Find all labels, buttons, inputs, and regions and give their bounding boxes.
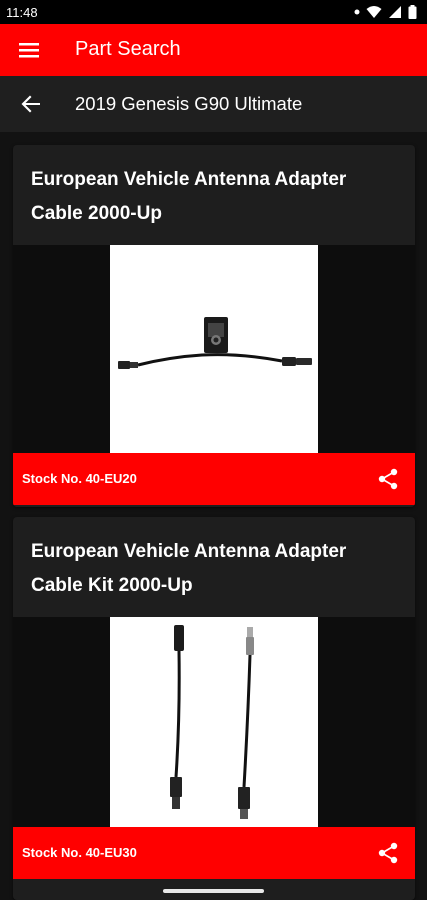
- part-title-line: European Vehicle Antenna Adapter: [31, 541, 347, 562]
- part-image-band: [13, 245, 415, 453]
- part-card[interactable]: European Vehicle Antenna Adapter Cable 2…: [13, 145, 415, 507]
- vehicle-bar: 2019 Genesis G90 Ultimate: [0, 76, 427, 132]
- hamburger-menu-icon[interactable]: [18, 40, 40, 60]
- gesture-bar[interactable]: [163, 889, 264, 893]
- part-image[interactable]: [110, 245, 318, 453]
- antenna-adapter-kit-image: [170, 625, 254, 819]
- part-card[interactable]: European Vehicle Antenna Adapter Cable K…: [13, 517, 415, 900]
- parts-list: European Vehicle Antenna Adapter Cable 2…: [0, 132, 427, 900]
- part-footer: Stock No. 40-EU20: [13, 453, 415, 505]
- status-icons: [354, 5, 417, 19]
- stock-number: Stock No. 40-EU30: [22, 845, 137, 860]
- app-bar: Part Search: [0, 24, 427, 76]
- part-footer: Stock No. 40-EU30: [13, 827, 415, 879]
- stock-number: Stock No. 40-EU20: [22, 471, 137, 486]
- dot-icon: [354, 9, 360, 15]
- part-title-line: Cable 2000-Up: [31, 203, 162, 224]
- part-title: European Vehicle Antenna Adapter Cable K…: [31, 535, 401, 603]
- part-title-line: Cable Kit 2000-Up: [31, 575, 193, 596]
- part-image-band: [13, 617, 415, 827]
- vehicle-title: 2019 Genesis G90 Ultimate: [75, 93, 303, 114]
- arrow-left-icon[interactable]: [20, 94, 42, 114]
- antenna-adapter-cable-image: [118, 317, 312, 369]
- phone-screen: 11:48 Part Search 2019 Genesis G90 Ultim…: [0, 0, 427, 900]
- status-time: 11:48: [6, 5, 38, 20]
- battery-icon: [408, 5, 417, 19]
- app-title: Part Search: [75, 38, 181, 60]
- share-icon[interactable]: [377, 468, 399, 490]
- part-title: European Vehicle Antenna Adapter Cable 2…: [31, 163, 401, 231]
- part-image[interactable]: [110, 617, 318, 827]
- share-icon[interactable]: [377, 842, 399, 864]
- part-title-line: European Vehicle Antenna Adapter: [31, 169, 347, 190]
- status-bar: 11:48: [0, 0, 427, 24]
- wifi-icon: [366, 6, 382, 18]
- signal-icon: [389, 6, 401, 18]
